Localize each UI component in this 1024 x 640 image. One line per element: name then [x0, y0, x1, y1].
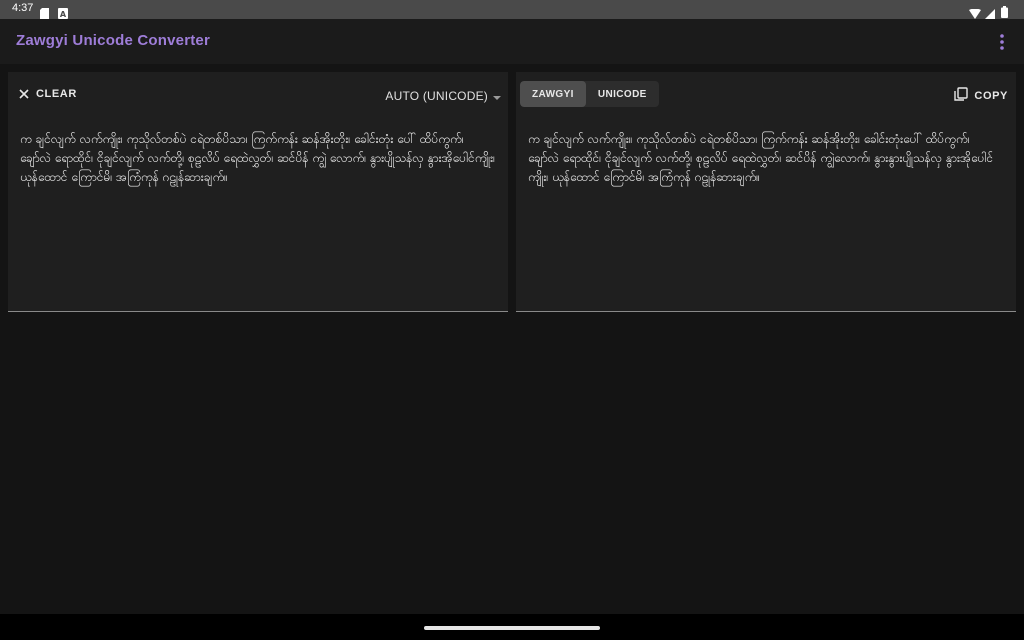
more-vert-icon[interactable] — [996, 33, 1008, 51]
output-panel: ZAWGYI UNICODE COPY က ချင်လျက် လက်ကျိုး။… — [516, 72, 1016, 312]
dropdown-arrow-icon — [492, 86, 502, 105]
input-panel: CLEAR AUTO (UNICODE) က ချင်လျက် လက်ကျိုး… — [8, 72, 508, 312]
input-text-field[interactable]: က ချင်လျက် လက်ကျိုး၊ ကုသိုလ်တစ်ပဲ ငရဲတစ်… — [20, 130, 496, 187]
navigation-bar — [0, 614, 1024, 640]
svg-text:A: A — [60, 10, 67, 19]
output-text: က ချင်လျက် လက်ကျိုး။ ကုသိုလ်တစ်ပဲ ငရဲတစ်… — [528, 132, 994, 184]
clear-button[interactable]: CLEAR — [18, 84, 77, 104]
encoding-select[interactable]: AUTO (UNICODE) — [385, 86, 502, 105]
home-gesture-pill[interactable] — [424, 626, 600, 630]
tab-unicode[interactable]: UNICODE — [586, 81, 659, 107]
copy-button[interactable]: COPY — [954, 86, 1008, 105]
app-title: Zawgyi Unicode Converter — [16, 32, 211, 49]
close-icon — [18, 85, 30, 104]
copy-icon — [954, 86, 969, 105]
tab-zawgyi[interactable]: ZAWGYI — [520, 81, 586, 107]
status-time: 4:37 — [12, 2, 34, 14]
status-bar: 4:37 A — [0, 0, 1024, 19]
copy-label: COPY — [974, 89, 1008, 102]
clear-label: CLEAR — [36, 88, 77, 100]
app-bar: Zawgyi Unicode Converter — [0, 19, 1024, 64]
encoding-select-value: AUTO (UNICODE) — [385, 88, 488, 103]
encoding-toggle-group: ZAWGYI UNICODE — [520, 81, 659, 107]
